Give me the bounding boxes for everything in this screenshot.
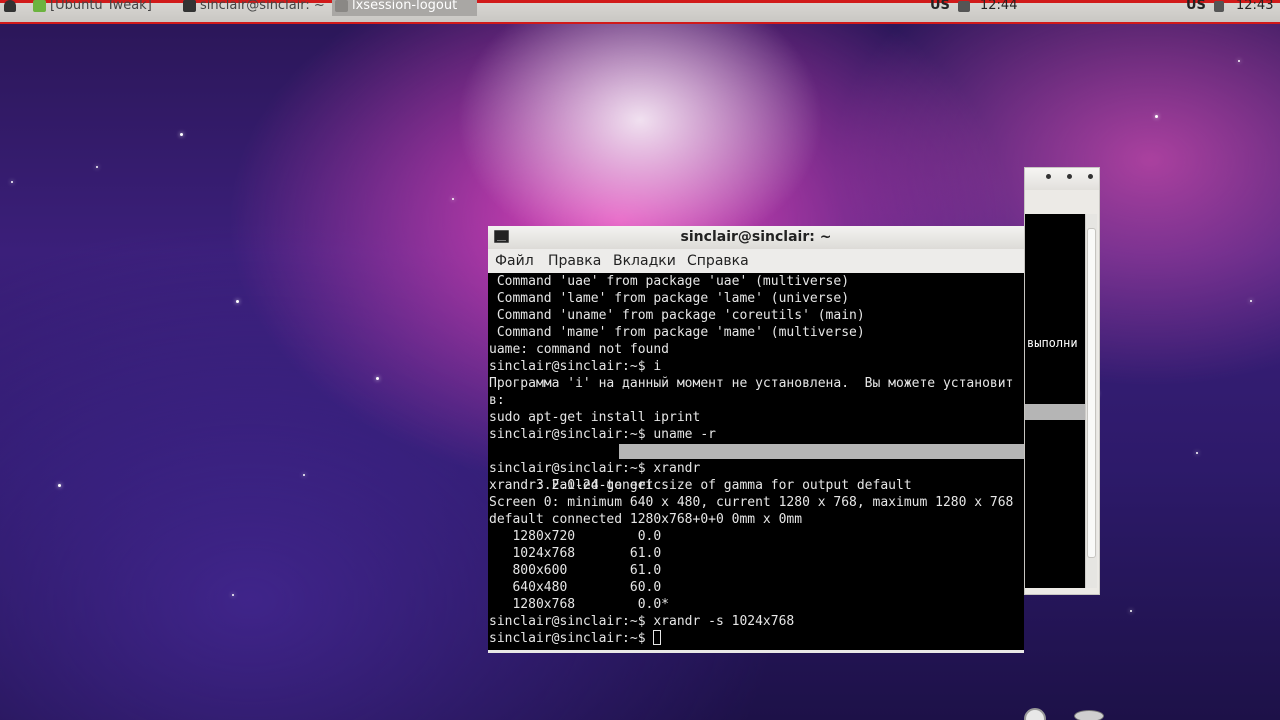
background-window[interactable]: выполни [1024,167,1100,595]
menu-bar: Файл Правка Вкладки Справка [488,249,1024,273]
terminal-line: Command 'mame' from package 'mame' (mult… [489,325,865,340]
window-border [488,650,1024,653]
star [1238,60,1240,62]
top-panel: [Ubuntu Tweak] sinclair@sinclair: ~ lxse… [0,0,1280,24]
star [1130,610,1132,612]
star [1196,452,1198,454]
menu-file[interactable]: Файл [495,249,534,273]
terminal-line: 1024x768 61.0 [489,546,677,561]
terminal-line: xrandr: Failed to get size of gamma for … [489,478,912,493]
text-cursor [653,630,662,645]
star [96,166,98,168]
terminal-window[interactable]: sinclair@sinclair: ~ Файл Правка Вкладки… [488,226,1024,653]
terminal-text: выполни [1027,336,1078,350]
star [452,198,454,200]
star [236,300,239,303]
terminal-prompt-line[interactable]: sinclair@sinclair:~$ [489,630,1024,647]
selection-highlight [1025,404,1085,420]
terminal-line: default connected 1280x768+0+0 0mm x 0mm [489,512,803,527]
terminal-line: Command 'lame' from package 'lame' (univ… [489,291,850,306]
ubuntu-tweak-icon [33,0,46,12]
scrollbar-thumb[interactable] [1087,228,1096,558]
terminal-line: Screen 0: minimum 640 x 480, current 128… [489,495,1014,510]
menu-icon[interactable] [4,0,16,12]
menu-help[interactable]: Справка [687,249,749,273]
terminal-line: uame: command not found [489,342,670,357]
volume-icon[interactable] [958,1,970,12]
keyboard-layout-indicator[interactable]: US [930,0,950,18]
terminal-line: 1280x720 0.0 [489,529,677,544]
terminal-icon [494,230,509,243]
selection-highlight [619,444,1024,459]
menu-tabs[interactable]: Вкладки [613,249,676,273]
window-titlebar[interactable]: sinclair@sinclair: ~ [488,226,1024,249]
terminal-line-selected: 3.2.0-24-generic [489,443,1024,493]
taskbar-item-terminal[interactable]: sinclair@sinclair: ~ [180,0,325,16]
task-label: lxsession-logout [352,0,458,13]
window-titlebar[interactable] [1025,168,1099,190]
maximize-button[interactable] [1067,174,1072,179]
star [180,133,183,136]
star [58,484,61,487]
star [232,594,234,596]
clock[interactable]: 12:43 [1236,0,1273,18]
logout-icon [335,0,348,12]
task-label: sinclair@sinclair: ~ [200,0,325,13]
terminal-area[interactable]: выполни [1025,214,1085,588]
window-title: sinclair@sinclair: ~ [680,229,832,245]
terminal-line: sudo apt-get install iprint [489,410,701,425]
star [303,474,305,476]
terminal-line: sinclair@sinclair:~$ xrandr [489,461,701,476]
menu-edit[interactable]: Правка [548,249,601,273]
star [11,181,13,183]
terminal-line: Command 'uname' from package 'coreutils'… [489,308,865,323]
terminal-line: 800x600 61.0 [489,563,677,578]
terminal-line: в: [489,393,505,408]
terminal-line: Программа 'i' на данный момент не устано… [489,376,1014,391]
terminal-line: 1280x768 0.0* [489,597,670,612]
minimize-button[interactable] [1046,174,1051,179]
terminal-output[interactable]: Command 'uae' from package 'uae' (multiv… [488,273,1024,650]
star [376,377,379,380]
terminal-line: 640x480 60.0 [489,580,677,595]
terminal-line: sinclair@sinclair:~$ xrandr -s 1024x768 [489,614,795,629]
clock[interactable]: 12:44 [980,0,1017,18]
terminal-prompt: sinclair@sinclair:~$ [489,631,654,646]
taskbar-item-ubuntu-tweak[interactable]: [Ubuntu Tweak] [30,0,175,16]
keyboard-layout-indicator[interactable]: US [1186,0,1206,18]
terminal-line: Command 'uae' from package 'uae' (multiv… [489,274,850,289]
scrollbar[interactable] [1085,214,1097,588]
taskbar-item-lxsession-logout[interactable]: lxsession-logout [332,0,477,16]
star [1155,115,1158,118]
drive-icon[interactable] [1074,710,1104,720]
terminal-line: sinclair@sinclair:~$ i [489,359,662,374]
volume-icon[interactable] [1214,1,1224,12]
terminal-icon [183,0,196,12]
task-label: [Ubuntu Tweak] [50,0,152,13]
star [1250,300,1252,302]
terminal-line: sinclair@sinclair:~$ uname -r [489,427,716,442]
close-button[interactable] [1088,174,1093,179]
